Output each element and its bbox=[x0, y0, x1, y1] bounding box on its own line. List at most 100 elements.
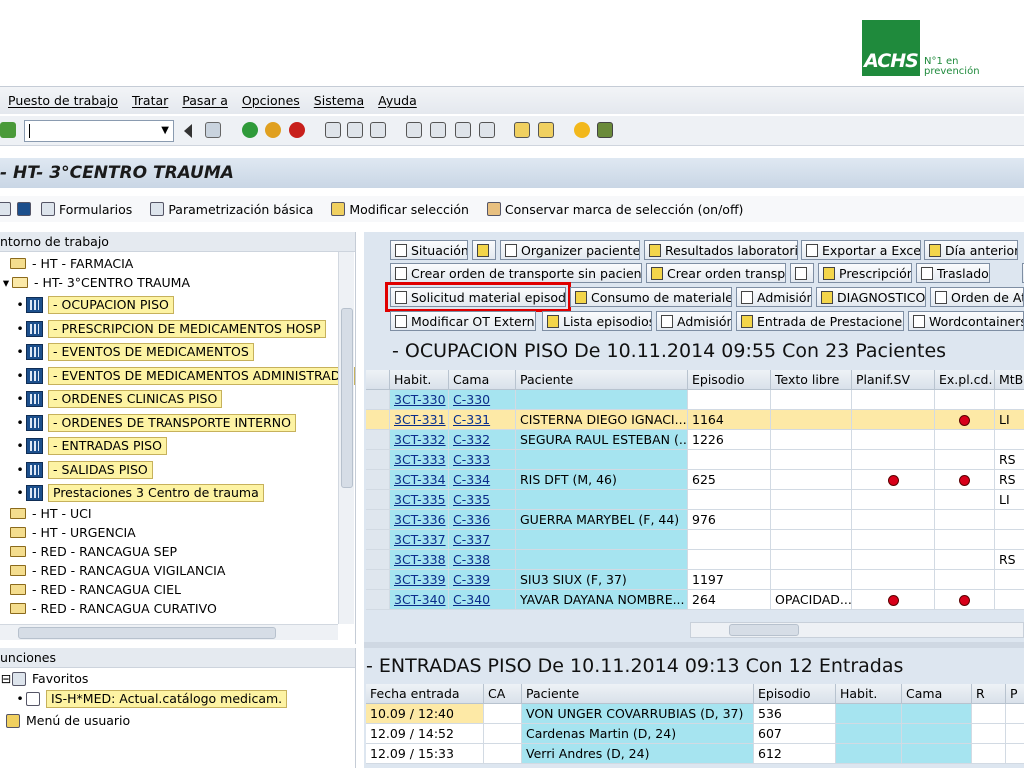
toolbar-button[interactable]: Día anterior bbox=[924, 240, 1018, 260]
table-cell[interactable]: 3CT-335 bbox=[390, 490, 449, 510]
layout-menu-icon[interactable] bbox=[597, 122, 613, 138]
table-cell[interactable] bbox=[771, 510, 852, 530]
tree-item[interactable]: • - EVENTOS DE MEDICAMENTOS ADMINISTRADO bbox=[14, 366, 356, 385]
solicitud-material-episodio-button[interactable]: Solicitud material episodio bbox=[385, 282, 571, 312]
chevron-down-icon[interactable]: ▼ bbox=[161, 125, 169, 136]
toolbar-button[interactable]: Orden de At bbox=[930, 287, 1024, 307]
help-icon[interactable] bbox=[574, 122, 590, 138]
tree-item[interactable]: - HT - UCI bbox=[10, 504, 92, 523]
formularios-button[interactable]: Formularios bbox=[41, 202, 132, 217]
toolbar-button[interactable]: Wordcontainers bbox=[908, 311, 1024, 331]
favorite-item[interactable]: • IS-H*MED: Actual.catálogo medicam. bbox=[14, 689, 288, 708]
pane-splitter[interactable] bbox=[364, 642, 1024, 648]
toolbar-button[interactable]: Resultados laboratorio bbox=[644, 240, 798, 260]
tree-item[interactable]: ▾ - HT- 3°CENTRO TRAUMA bbox=[0, 273, 190, 292]
table-horizontal-scrollbar[interactable] bbox=[690, 622, 1024, 638]
row-selector[interactable] bbox=[366, 390, 390, 410]
toolbar-button[interactable]: Traslado bbox=[916, 263, 990, 283]
vertical-scrollbar[interactable] bbox=[338, 252, 354, 624]
table-cell[interactable]: C-333 bbox=[449, 450, 516, 470]
menu-ayuda[interactable]: Ayuda bbox=[378, 93, 417, 108]
expand-icon[interactable]: ⊟ bbox=[0, 671, 12, 686]
table-cell[interactable]: C-335 bbox=[449, 490, 516, 510]
command-input[interactable] bbox=[25, 121, 155, 141]
row-selector[interactable] bbox=[366, 590, 390, 610]
row-selector[interactable] bbox=[366, 570, 390, 590]
menu-sistema[interactable]: Sistema bbox=[314, 93, 364, 108]
column-header[interactable]: Fecha entrada bbox=[366, 684, 484, 704]
table-cell[interactable]: C-338 bbox=[449, 550, 516, 570]
column-header[interactable]: P bbox=[1006, 684, 1024, 704]
tree-item[interactable]: - RED - RANCAGUA CIEL bbox=[10, 580, 181, 599]
table-cell[interactable]: 3CT-331 bbox=[390, 410, 449, 430]
toolbar-button[interactable] bbox=[790, 263, 814, 283]
scroll-thumb[interactable] bbox=[18, 627, 276, 639]
horizontal-scrollbar[interactable] bbox=[0, 624, 338, 640]
collapse-icon[interactable]: ▾ bbox=[0, 275, 12, 290]
column-header[interactable]: Cama bbox=[902, 684, 972, 704]
table-cell[interactable]: 3CT-336 bbox=[390, 510, 449, 530]
column-header[interactable]: Paciente bbox=[522, 684, 754, 704]
table-cell[interactable] bbox=[771, 530, 852, 550]
table-cell[interactable] bbox=[771, 470, 852, 490]
table-cell[interactable] bbox=[771, 490, 852, 510]
conservar-marca-button[interactable]: Conservar marca de selección (on/off) bbox=[486, 202, 743, 217]
table-cell[interactable]: 3CT-338 bbox=[390, 550, 449, 570]
save-icon[interactable] bbox=[205, 122, 221, 138]
column-header[interactable]: R bbox=[972, 684, 1006, 704]
print-icon[interactable] bbox=[325, 122, 341, 138]
refresh-icon[interactable] bbox=[17, 202, 31, 216]
table-cell[interactable]: 3CT-332 bbox=[390, 430, 449, 450]
column-header[interactable]: Planif.SV bbox=[852, 370, 935, 390]
list-icon[interactable] bbox=[0, 202, 11, 216]
column-header[interactable]: Episodio bbox=[754, 684, 836, 704]
toolbar-button[interactable]: Crear orden transp. bbox=[646, 263, 786, 283]
favorites-node[interactable]: ⊟ Favoritos bbox=[0, 669, 89, 688]
find-next-icon[interactable] bbox=[370, 122, 386, 138]
toolbar-button[interactable]: Organizer pacientes bbox=[500, 240, 640, 260]
tree-item[interactable]: • Prestaciones 3 Centro de trauma bbox=[14, 483, 264, 502]
toolbar-button[interactable]: Prescripción bbox=[818, 263, 912, 283]
table-cell[interactable]: C-340 bbox=[449, 590, 516, 610]
row-selector[interactable] bbox=[366, 530, 390, 550]
menu-tratar[interactable]: Tratar bbox=[132, 93, 168, 108]
table-cell[interactable]: 3CT-340 bbox=[390, 590, 449, 610]
back-icon[interactable] bbox=[242, 122, 258, 138]
shortcut-icon[interactable] bbox=[538, 122, 554, 138]
toolbar-button[interactable]: Consumo de materiales bbox=[570, 287, 732, 307]
tree-item[interactable]: • - ENTRADAS PISO bbox=[14, 436, 167, 455]
table-cell[interactable]: 3CT-337 bbox=[390, 530, 449, 550]
row-selector[interactable] bbox=[366, 490, 390, 510]
find-icon[interactable] bbox=[347, 122, 363, 138]
table-cell[interactable]: C-332 bbox=[449, 430, 516, 450]
next-page-icon[interactable] bbox=[455, 122, 471, 138]
parametrizacion-button[interactable]: Parametrización básica bbox=[150, 202, 313, 217]
table-cell[interactable]: C-337 bbox=[449, 530, 516, 550]
tree-item[interactable]: - HT - URGENCIA bbox=[10, 523, 136, 542]
scroll-thumb[interactable] bbox=[341, 308, 353, 488]
table-cell[interactable] bbox=[771, 410, 852, 430]
toolbar-button[interactable]: Lista episodios bbox=[542, 311, 652, 331]
menu-opciones[interactable]: Opciones bbox=[242, 93, 300, 108]
tree-item[interactable]: • - SALIDAS PISO bbox=[14, 460, 153, 479]
tree-item[interactable]: • - EVENTOS DE MEDICAMENTOS bbox=[14, 342, 254, 361]
toolbar-button[interactable]: Admisión bbox=[736, 287, 812, 307]
last-page-icon[interactable] bbox=[479, 122, 495, 138]
select-all-cell[interactable] bbox=[366, 370, 390, 390]
tree-item[interactable]: - RED - RANCAGUA SEP bbox=[10, 542, 177, 561]
enter-icon[interactable] bbox=[0, 122, 16, 138]
column-header[interactable]: CA bbox=[484, 684, 522, 704]
user-menu-node[interactable]: Menú de usuario bbox=[6, 711, 130, 730]
row-selector[interactable] bbox=[366, 410, 390, 430]
modificar-seleccion-button[interactable]: Modificar selección bbox=[331, 202, 469, 217]
toolbar-button[interactable] bbox=[472, 240, 496, 260]
column-header[interactable]: Ex.pl.cd. bbox=[935, 370, 995, 390]
column-header[interactable]: Paciente bbox=[516, 370, 688, 390]
tree-item[interactable]: • - ORDENES CLINICAS PISO bbox=[14, 389, 223, 408]
toolbar-button[interactable]: Entrada de Prestaciones bbox=[736, 311, 904, 331]
tree-item[interactable]: - RED - RANCAGUA VIGILANCIA bbox=[10, 561, 225, 580]
table-cell[interactable] bbox=[771, 550, 852, 570]
toolbar-button[interactable]: Exportar a Excel bbox=[801, 240, 921, 260]
column-header[interactable]: Texto libre bbox=[771, 370, 852, 390]
command-field[interactable]: ▼ bbox=[24, 120, 174, 142]
